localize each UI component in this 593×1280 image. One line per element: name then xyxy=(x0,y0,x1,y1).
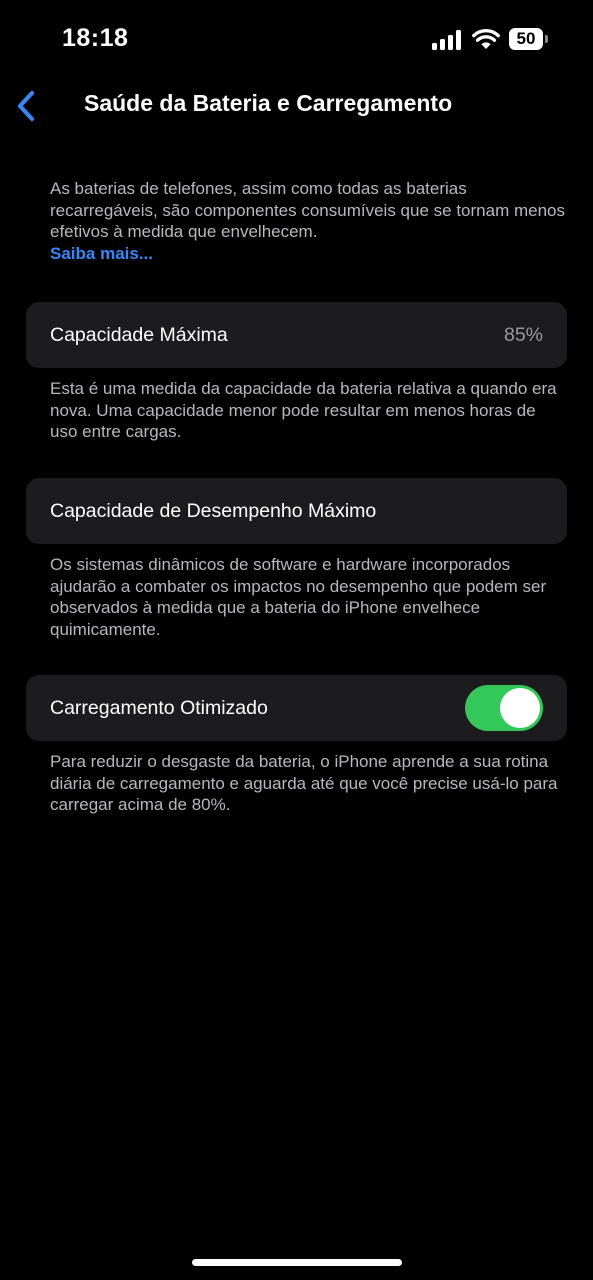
peak-performance-cell: Capacidade de Desempenho Máximo xyxy=(26,478,567,544)
optimized-charging-toggle[interactable] xyxy=(465,685,543,731)
max-capacity-footnote: Esta é uma medida da capacidade da bater… xyxy=(50,379,557,441)
toggle-knob xyxy=(500,688,540,728)
optimized-charging-label: Carregamento Otimizado xyxy=(50,697,268,719)
status-time: 18:18 xyxy=(62,24,129,52)
wifi-icon xyxy=(472,28,500,49)
status-bar: 18:18 50 xyxy=(0,0,593,80)
optimized-charging-cell: Carregamento Otimizado xyxy=(26,675,567,741)
intro-text: As baterias de telefones, assim como tod… xyxy=(50,179,565,241)
signal-icon xyxy=(432,30,464,50)
optimized-charging-footnote: Para reduzir o desgaste da bateria, o iP… xyxy=(50,752,558,814)
max-capacity-value: 85% xyxy=(503,324,543,346)
intro-description: As baterias de telefones, assim como tod… xyxy=(50,178,565,264)
max-capacity-label: Capacidade Máxima xyxy=(50,324,228,346)
chevron-left-icon[interactable] xyxy=(8,86,44,126)
home-indicator[interactable] xyxy=(192,1259,402,1266)
max-capacity-cell: Capacidade Máxima 85% xyxy=(26,302,567,368)
page-title: Saúde da Bateria e Carregamento xyxy=(84,90,453,116)
battery-tip xyxy=(545,35,548,43)
battery-icon: 50 xyxy=(509,28,543,50)
learn-more-link[interactable]: Saiba mais... xyxy=(50,243,565,265)
peak-performance-footnote: Os sistemas dinâmicos de software e hard… xyxy=(50,555,547,639)
peak-performance-label: Capacidade de Desempenho Máximo xyxy=(50,500,377,522)
